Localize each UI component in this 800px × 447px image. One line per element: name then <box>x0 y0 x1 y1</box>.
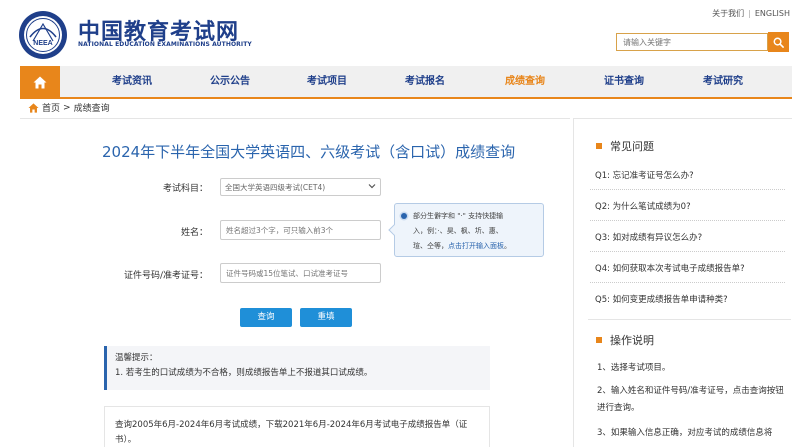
history-query-text: 查询2005年6月-2024年6月考试成绩，下载2021年6月-2024年6月考… <box>115 420 468 445</box>
page-title: 2024年下半年全国大学英语四、六级考试（含口试）成绩查询 <box>102 143 516 161</box>
tip-text: 瑄、仝等， <box>413 242 448 250</box>
sidebar: 常见问题 Q1: 忘记准考证号怎么办? Q2: 为什么笔试成绩为0? Q3: 如… <box>573 118 792 447</box>
heading-marker-icon <box>596 143 602 149</box>
ops-step-3: 3、如果输入信息正确，对应考试的成绩信息将 <box>597 428 773 438</box>
top-links-separator: | <box>748 9 751 18</box>
english-link[interactable]: ENGLISH <box>755 9 790 18</box>
nav-item-announcements[interactable]: 公示公告 <box>190 66 270 97</box>
faq-divider <box>590 189 785 190</box>
tip-bullet-icon <box>401 213 407 219</box>
faq-divider <box>590 220 785 221</box>
faq-title: 常见问题 <box>610 140 654 153</box>
breadcrumb: 首页 > 成绩查询 <box>28 101 110 114</box>
tip-line-3: 瑄、仝等，点击打开输入面板。 <box>413 239 537 254</box>
breadcrumb-current: 成绩查询 <box>73 104 110 114</box>
nav-home-button[interactable] <box>20 66 60 99</box>
score-query-panel: 2024年下半年全国大学英语四、六级考试（含口试）成绩查询 考试科目： 全国大学… <box>20 118 570 447</box>
nav-item-exam-programs[interactable]: 考试项目 <box>287 66 367 97</box>
faq-item-3[interactable]: Q3: 如对成绩有异议怎么办? <box>595 231 702 243</box>
nav-item-certificate-query[interactable]: 证书查询 <box>584 66 664 97</box>
faq-divider <box>590 282 785 283</box>
exam-subject-value: 全国大学英语四级考试(CET4) <box>225 183 326 192</box>
tip-end: 。 <box>504 242 511 250</box>
chevron-down-icon <box>368 184 376 189</box>
ops-step-1: 1、选择考试项目。 <box>597 363 671 373</box>
ops-heading: 操作说明 <box>596 332 654 348</box>
nav-item-exam-news[interactable]: 考试资讯 <box>92 66 172 97</box>
breadcrumb-separator: > <box>63 102 71 113</box>
name-label: 姓名： <box>180 228 208 238</box>
ops-step-2: 2、输入姓名和证件号码/准考证号，点击查询按钮进行查询。 <box>597 386 784 413</box>
open-input-panel-link[interactable]: 点击打开输入面板 <box>448 242 504 250</box>
notice-title: 温馨提示： <box>115 353 158 363</box>
search-icon <box>773 37 784 48</box>
logo-emblem-text: NEEA <box>33 40 52 47</box>
site-header: NEEA 中国教育考试网 NATIONAL EDUCATION EXAMINAT… <box>0 0 800 66</box>
tip-arrow <box>388 224 400 236</box>
name-input[interactable] <box>220 220 381 240</box>
faq-item-4[interactable]: Q4: 如何获取本次考试电子成绩报告单? <box>595 262 745 274</box>
about-us-link[interactable]: 关于我们 <box>712 9 744 18</box>
tip-line-1: 部分生僻字和 "·" 支持快捷输 <box>413 212 504 220</box>
query-button[interactable]: 查询 <box>240 308 292 327</box>
search-button[interactable] <box>768 32 789 52</box>
exam-subject-select[interactable]: 全国大学英语四级考试(CET4) <box>220 178 381 196</box>
faq-item-5[interactable]: Q5: 如何变更成绩报告单申请种类? <box>595 293 728 305</box>
faq-item-2[interactable]: Q2: 为什么笔试成绩为0? <box>595 200 691 212</box>
notice-box: 温馨提示： 1. 若考生的口试成绩为不合格，则成绩报告单上不报道其口试成绩。 <box>104 346 490 390</box>
neea-logo-emblem: NEEA <box>19 11 67 59</box>
nav-item-registration[interactable]: 考试报名 <box>385 66 465 97</box>
notice-line-1: 1. 若考生的口试成绩为不合格，则成绩报告单上不报道其口试成绩。 <box>115 368 373 378</box>
sidebar-divider <box>588 319 791 320</box>
id-number-input[interactable] <box>220 263 381 283</box>
heading-marker-icon <box>596 337 602 343</box>
main-nav: 考试资讯 公示公告 考试项目 考试报名 成绩查询 证书查询 考试研究 <box>20 66 792 99</box>
id-label: 证件号码/准考证号： <box>123 271 208 281</box>
faq-divider <box>590 251 785 252</box>
faq-item-1[interactable]: Q1: 忘记准考证号怎么办? <box>595 169 694 181</box>
tip-line-2: 入，例：·、昊、枫、圻、惠、 <box>413 227 503 235</box>
logo-subtitle: NATIONAL EDUCATION EXAMINATIONS AUTHORIT… <box>78 41 252 48</box>
nav-item-score-query[interactable]: 成绩查询 <box>485 66 565 97</box>
ops-title: 操作说明 <box>610 334 654 347</box>
search-input[interactable] <box>616 33 768 51</box>
nav-item-exam-research[interactable]: 考试研究 <box>683 66 763 97</box>
home-icon <box>28 102 39 113</box>
subject-label: 考试科目： <box>162 184 208 194</box>
top-links: 关于我们 | ENGLISH <box>712 8 790 19</box>
faq-heading: 常见问题 <box>596 138 654 154</box>
reset-button[interactable]: 重填 <box>300 308 352 327</box>
rare-character-tip: 部分生僻字和 "·" 支持快捷输 入，例：·、昊、枫、圻、惠、 瑄、仝等，点击打… <box>388 203 544 257</box>
home-icon <box>33 76 47 89</box>
breadcrumb-home-link[interactable]: 首页 <box>42 101 60 114</box>
history-query-box[interactable]: 查询2005年6月-2024年6月考试成绩，下载2021年6月-2024年6月考… <box>104 406 490 447</box>
